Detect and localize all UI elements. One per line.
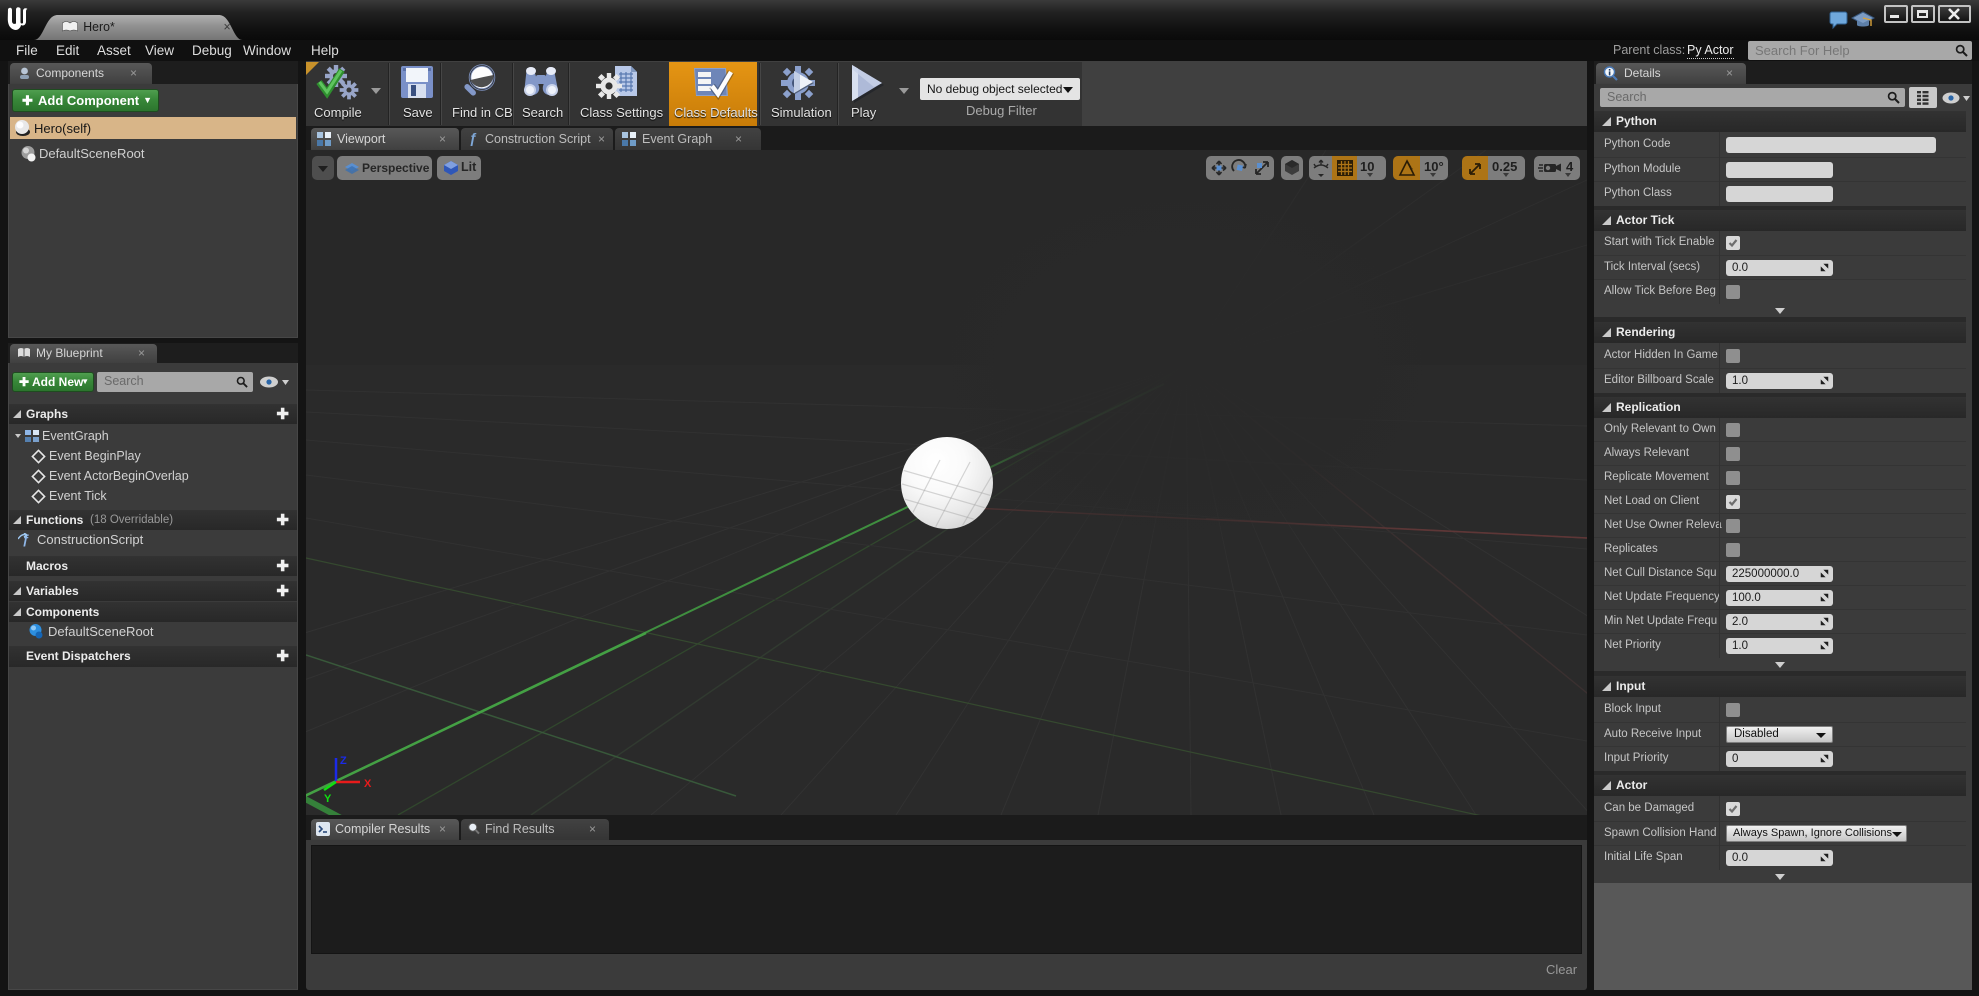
svg-text:×: ×	[224, 20, 231, 34]
svg-text:Y: Y	[324, 793, 332, 805]
svg-text:Hero*: Hero*	[83, 20, 115, 34]
svg-text:X: X	[364, 778, 372, 790]
svg-text:Z: Z	[340, 755, 347, 767]
